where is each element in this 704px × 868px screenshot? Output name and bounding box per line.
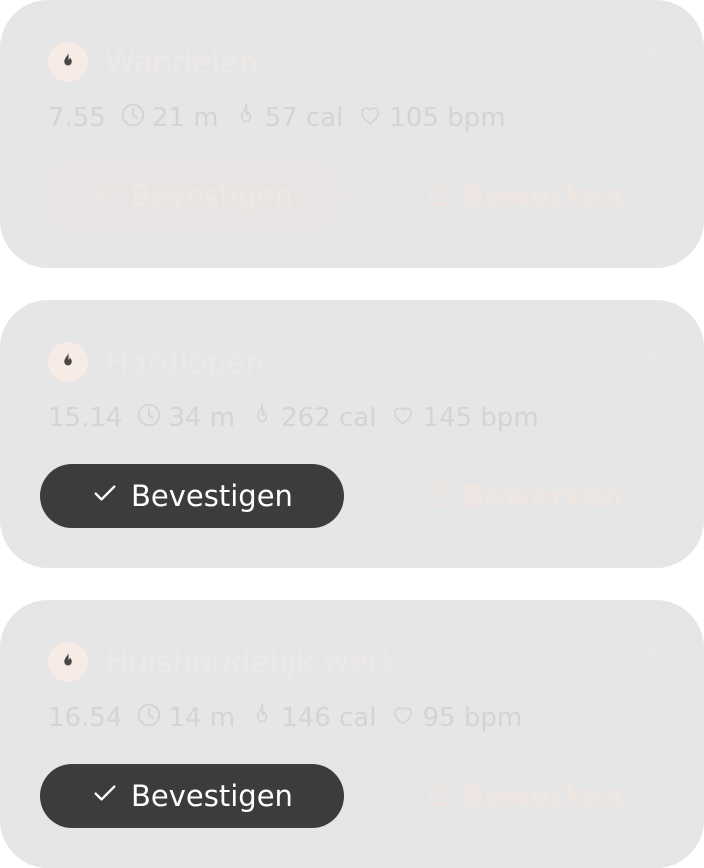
flame-icon xyxy=(58,50,78,74)
heart-icon xyxy=(390,402,416,435)
confirm-label: Bevestigen xyxy=(131,179,293,213)
check-icon xyxy=(91,179,119,214)
activity-card: Hardlopen 15.14 34 m 262 cal 145 bpm Bev… xyxy=(0,300,704,568)
heart-rate-value: 95 bpm xyxy=(422,703,523,733)
activity-title: Huishoudelijk werk xyxy=(105,645,399,681)
close-icon xyxy=(640,40,668,72)
activity-title: Hardlopen xyxy=(105,345,266,381)
pencil-icon xyxy=(420,776,454,817)
duration-stat: 14 m xyxy=(136,702,235,735)
confirm-button[interactable]: Bevestigen xyxy=(40,164,344,228)
calories-value: 57 cal xyxy=(264,103,344,133)
flame-icon xyxy=(58,650,78,674)
heart-icon xyxy=(357,102,383,135)
pencil-icon xyxy=(420,176,454,217)
close-icon xyxy=(640,640,668,672)
flame-outline-icon xyxy=(249,402,275,435)
duration-stat: 21 m xyxy=(120,102,219,135)
flame-icon xyxy=(58,350,78,374)
heart-icon xyxy=(390,702,416,735)
confirm-label: Bevestigen xyxy=(131,779,293,813)
duration-value: 14 m xyxy=(168,703,236,733)
edit-button[interactable]: Bewerken xyxy=(420,170,623,222)
calories-stat: 146 cal xyxy=(249,702,376,735)
activity-card: Huishoudelijk werk 16.54 14 m 146 cal 95… xyxy=(0,600,704,868)
edit-label: Bewerken xyxy=(462,479,624,513)
activity-title: Wandelen xyxy=(105,45,259,81)
clock-icon xyxy=(120,102,146,135)
activity-badge xyxy=(48,42,88,82)
pencil-icon xyxy=(420,476,454,517)
check-icon xyxy=(91,779,119,814)
confirm-label: Bevestigen xyxy=(131,479,293,513)
calories-value: 262 cal xyxy=(281,403,377,433)
dismiss-button[interactable] xyxy=(638,640,670,672)
edit-label: Bewerken xyxy=(462,779,624,813)
duration-stat: 34 m xyxy=(136,402,235,435)
dismiss-button[interactable] xyxy=(638,40,670,72)
edit-button[interactable]: Bewerken xyxy=(420,470,623,522)
activity-stats: 16.54 14 m 146 cal 95 bpm xyxy=(48,700,522,736)
heart-rate-value: 105 bpm xyxy=(389,103,506,133)
activity-badge xyxy=(48,342,88,382)
heart-rate-value: 145 bpm xyxy=(422,403,539,433)
activity-list: Wandelen 7.55 21 m 57 cal 105 bpm Bevest… xyxy=(0,0,704,868)
flame-outline-icon xyxy=(249,702,275,735)
flame-outline-icon xyxy=(233,102,259,135)
activity-stats: 7.55 21 m 57 cal 105 bpm xyxy=(48,100,506,136)
clock-icon xyxy=(136,702,162,735)
close-icon xyxy=(640,340,668,372)
activity-card: Wandelen 7.55 21 m 57 cal 105 bpm Bevest… xyxy=(0,0,704,268)
confirm-button[interactable]: Bevestigen xyxy=(40,764,344,828)
dismiss-button[interactable] xyxy=(638,340,670,372)
check-icon xyxy=(91,479,119,514)
activity-stats: 15.14 34 m 262 cal 145 bpm xyxy=(48,400,539,436)
heart-rate-stat: 145 bpm xyxy=(390,402,539,435)
heart-rate-stat: 105 bpm xyxy=(357,102,506,135)
confirm-button[interactable]: Bevestigen xyxy=(40,464,344,528)
calories-stat: 57 cal xyxy=(233,102,344,135)
heart-rate-stat: 95 bpm xyxy=(390,702,522,735)
activity-time: 7.55 xyxy=(48,103,106,133)
activity-time: 16.54 xyxy=(48,703,123,733)
activity-badge xyxy=(48,642,88,682)
duration-value: 34 m xyxy=(168,403,236,433)
edit-label: Bewerken xyxy=(462,179,624,213)
calories-stat: 262 cal xyxy=(249,402,376,435)
duration-value: 21 m xyxy=(151,103,219,133)
activity-time: 15.14 xyxy=(48,403,123,433)
clock-icon xyxy=(136,402,162,435)
edit-button[interactable]: Bewerken xyxy=(420,770,623,822)
calories-value: 146 cal xyxy=(281,703,377,733)
